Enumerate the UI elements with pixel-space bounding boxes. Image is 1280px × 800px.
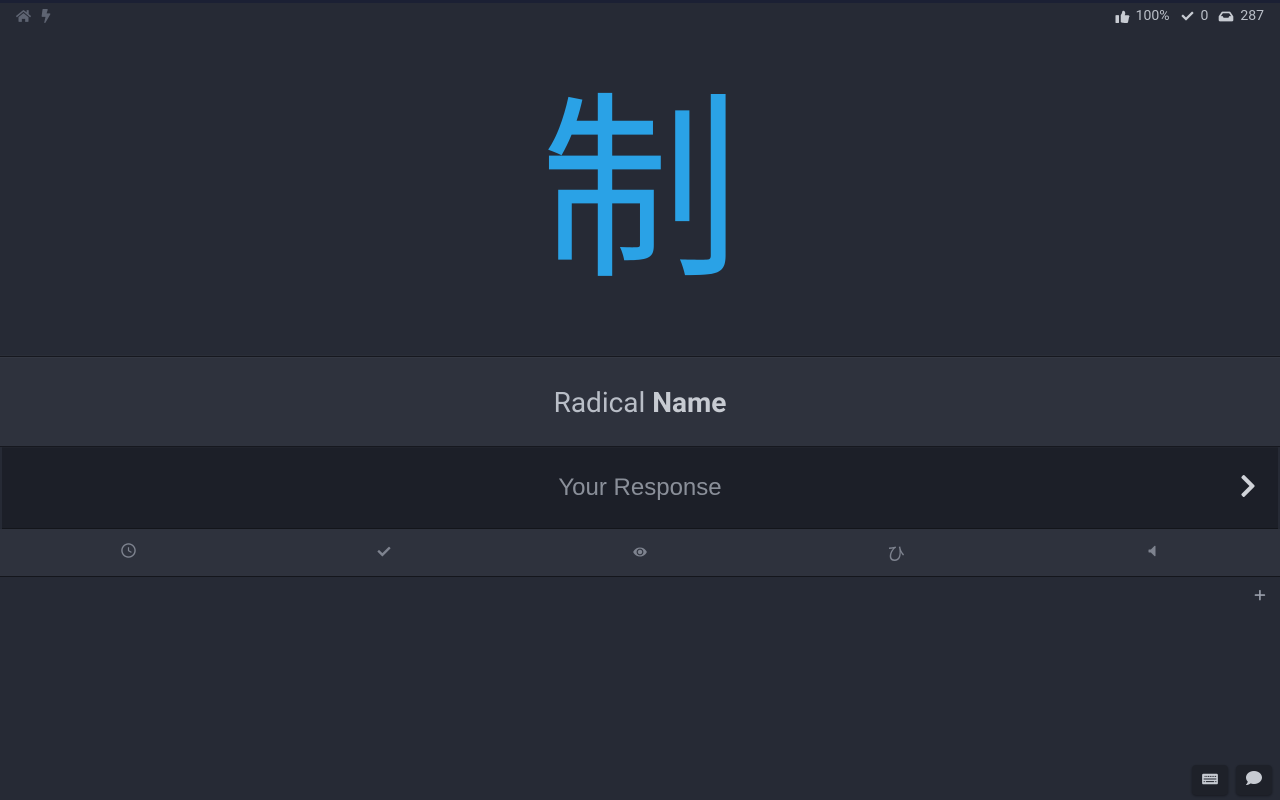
- lightning-icon[interactable]: [41, 9, 51, 23]
- answer-input[interactable]: [2, 448, 1278, 528]
- expand-button[interactable]: [1248, 585, 1270, 607]
- answer-input-row: [2, 447, 1278, 529]
- volume-icon: [1147, 543, 1157, 562]
- accuracy-value: 100%: [1136, 8, 1170, 24]
- thumbs-up-icon: [1115, 9, 1130, 23]
- eye-icon: [631, 543, 649, 562]
- check-icon: [376, 543, 392, 562]
- speech-bubble-icon: [1245, 770, 1263, 790]
- inbox-icon: [1218, 10, 1234, 23]
- check-icon: [1180, 10, 1195, 22]
- character-panel: 制: [0, 27, 1280, 357]
- audio-button[interactable]: [1024, 529, 1280, 576]
- radical-character: 制: [540, 92, 740, 292]
- remaining-value: 287: [1240, 8, 1264, 24]
- kana-toggle-button[interactable]: ひ: [768, 529, 1024, 576]
- info-area: [0, 577, 1280, 797]
- accuracy-stat: 100%: [1115, 8, 1170, 24]
- clock-icon: [121, 543, 136, 562]
- prompt-row: Radical Name: [0, 357, 1280, 447]
- remaining-stat: 287: [1218, 8, 1264, 24]
- show-info-button[interactable]: [512, 529, 768, 576]
- keyboard-icon: [1200, 771, 1220, 790]
- prompt-kind: Name: [652, 386, 726, 419]
- mark-correct-button[interactable]: [256, 529, 512, 576]
- keyboard-button[interactable]: [1192, 765, 1228, 795]
- submit-button[interactable]: [1228, 468, 1268, 508]
- done-stat: 0: [1180, 8, 1209, 24]
- done-value: 0: [1201, 8, 1209, 24]
- hiragana-icon: ひ: [887, 540, 905, 566]
- prompt-type: Radical: [554, 386, 646, 419]
- action-strip: ひ: [0, 529, 1280, 577]
- chevron-right-icon: [1240, 473, 1256, 503]
- topbar: 100% 0 287: [0, 3, 1280, 27]
- last-items-button[interactable]: [0, 529, 256, 576]
- plus-icon: [1253, 587, 1266, 606]
- home-icon[interactable]: [16, 9, 31, 23]
- floating-buttons: [1192, 765, 1272, 795]
- chat-button[interactable]: [1236, 765, 1272, 795]
